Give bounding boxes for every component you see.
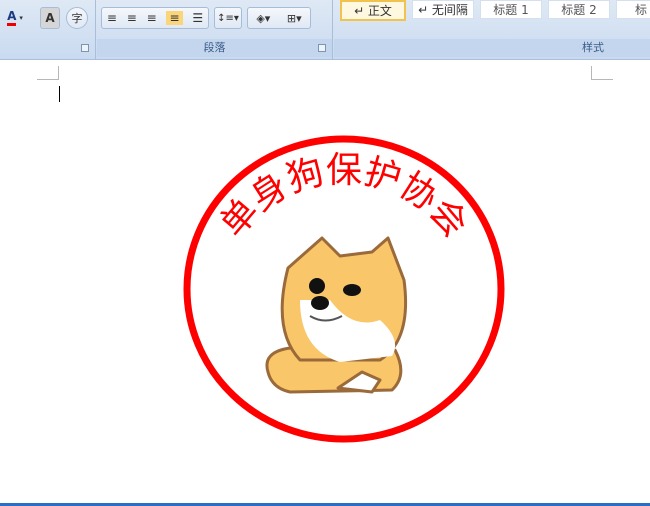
paragraph-dialog-launcher[interactable]	[318, 44, 326, 52]
alignment-buttons: ≡ ≡ ≡ ≡ ☰	[101, 7, 209, 29]
font-color-icon: A	[7, 10, 17, 26]
char-shading-button[interactable]: A	[40, 7, 60, 29]
styles-group: ↵ 正文 ↵ 无间隔 标题 1 标题 2 标 样式	[334, 0, 650, 60]
style-title[interactable]: 标	[616, 0, 650, 19]
doge-dog-image	[265, 236, 408, 394]
ribbon: A ▾ A 字 ≡ ≡ ≡ ≡ ☰ ↕≡▾ ◈▾ ⊞▾ 段落 ↵ 正文 ↵ 无间隔 标题 1…	[0, 0, 650, 60]
align-center-button[interactable]: ≡	[127, 11, 137, 25]
font-dialog-launcher[interactable]	[81, 44, 89, 52]
paragraph-group: ≡ ≡ ≡ ≡ ☰ ↕≡▾ ◈▾ ⊞▾ 段落	[97, 0, 333, 60]
style-normal[interactable]: ↵ 正文	[340, 0, 406, 21]
document-page[interactable]: 单身狗保护协会	[0, 61, 650, 503]
borders-button[interactable]: ⊞▾	[287, 12, 302, 25]
line-spacing-button[interactable]: ↕≡▾	[214, 7, 242, 29]
distributed-button[interactable]: ☰	[192, 11, 203, 25]
paragraph-group-label: 段落	[97, 39, 332, 57]
justify-button[interactable]: ≡	[166, 11, 183, 25]
shading-borders-buttons: ◈▾ ⊞▾	[247, 7, 311, 29]
style-no-spacing[interactable]: ↵ 无间隔	[412, 0, 474, 19]
style-heading-1[interactable]: 标题 1	[480, 0, 542, 19]
styles-group-label: 样式	[334, 39, 650, 57]
align-right-button[interactable]: ≡	[147, 11, 157, 25]
font-color-button[interactable]: A ▾	[0, 7, 30, 29]
enclosed-char-button[interactable]: 字	[66, 7, 88, 29]
style-heading-2[interactable]: 标题 2	[548, 0, 610, 19]
font-group: A ▾ A 字	[0, 0, 96, 60]
seal-image[interactable]: 单身狗保护协会	[0, 61, 650, 503]
shading-button[interactable]: ◈▾	[256, 12, 270, 25]
align-left-button[interactable]: ≡	[107, 11, 117, 25]
